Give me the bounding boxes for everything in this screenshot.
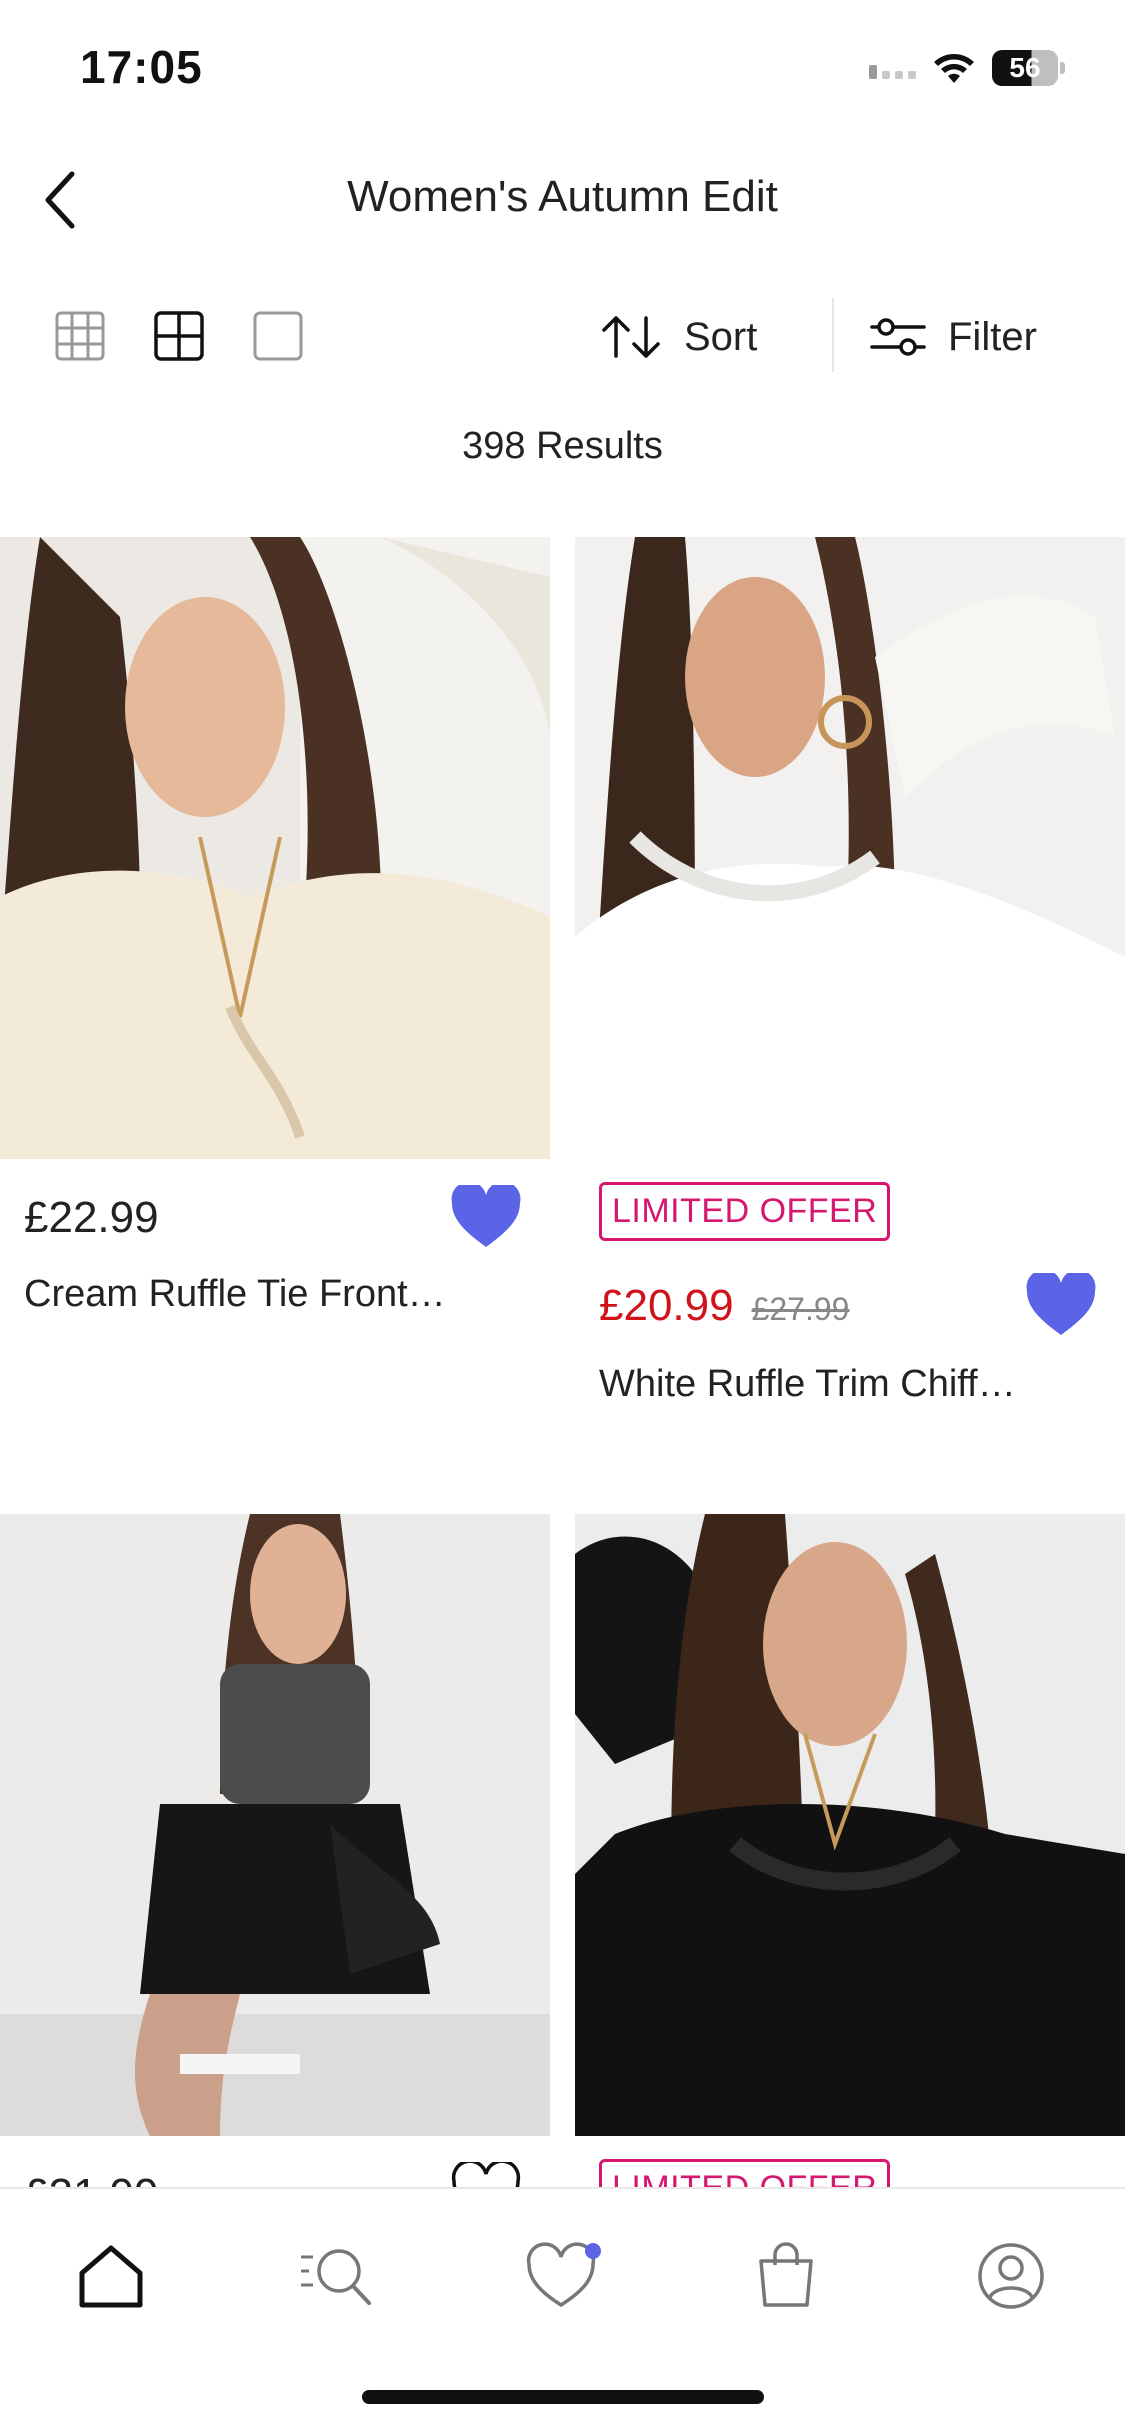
product-name: Cream Ruffle Tie Front… bbox=[24, 1273, 446, 1315]
product-image[interactable] bbox=[0, 537, 550, 1159]
bag-icon bbox=[759, 2242, 813, 2307]
home-icon bbox=[79, 2245, 143, 2308]
sale-price: £20.99 bbox=[599, 1281, 734, 1330]
filter-label: Filter bbox=[948, 314, 1037, 359]
filter-button[interactable]: Filter bbox=[870, 302, 1037, 372]
was-price: £27.99 bbox=[751, 1291, 850, 1327]
product-price: £22.99 bbox=[24, 1193, 159, 1242]
product-card[interactable]: £22.99 Cream Ruffle Tie Front… bbox=[0, 537, 550, 1315]
wishlist-button[interactable] bbox=[450, 1181, 522, 1249]
filter-sliders-icon bbox=[870, 318, 926, 356]
product-card[interactable]: LIMITED OFFER bbox=[575, 1514, 1125, 2218]
sort-icon bbox=[602, 316, 660, 358]
nav-account[interactable] bbox=[966, 2231, 1056, 2321]
sort-button[interactable]: Sort bbox=[600, 302, 757, 372]
view-grid-3-button[interactable] bbox=[54, 310, 106, 362]
limited-offer-badge: LIMITED OFFER bbox=[599, 1182, 891, 1241]
grid-2-icon bbox=[154, 311, 204, 361]
sort-label: Sort bbox=[684, 314, 758, 359]
nav-home[interactable] bbox=[66, 2231, 156, 2321]
nav-wishlist[interactable] bbox=[518, 2231, 608, 2321]
nav-bag[interactable] bbox=[741, 2231, 831, 2321]
product-name: White Ruffle Trim Chiff… bbox=[599, 1363, 1016, 1405]
account-icon bbox=[978, 2243, 1044, 2309]
wifi-icon bbox=[934, 54, 974, 83]
heart-filled-icon bbox=[451, 1181, 521, 1247]
battery-level: 56 bbox=[992, 50, 1058, 86]
status-icons: 56 bbox=[869, 50, 1065, 86]
results-count: 398 Results bbox=[462, 425, 663, 467]
grid-1-icon bbox=[253, 311, 303, 361]
grid-3-icon bbox=[55, 311, 105, 361]
product-image[interactable] bbox=[0, 1514, 550, 2136]
battery-icon: 56 bbox=[992, 50, 1065, 86]
status-time: 17:05 bbox=[80, 41, 203, 93]
view-grid-1-button[interactable] bbox=[252, 310, 304, 362]
signal-icon bbox=[869, 57, 916, 79]
product-image[interactable] bbox=[575, 1514, 1125, 2136]
status-bar: 17:05 56 bbox=[0, 0, 1125, 140]
product-card[interactable]: £21.99 bbox=[0, 1514, 550, 2225]
wishlist-button[interactable] bbox=[1025, 1269, 1097, 1337]
toolbar: Sort Filter bbox=[0, 290, 1125, 382]
heart-filled-icon bbox=[1026, 1269, 1096, 1335]
view-grid-2-button[interactable] bbox=[153, 310, 205, 362]
wishlist-icon bbox=[526, 2242, 601, 2308]
page-title: Women's Autumn Edit bbox=[347, 172, 778, 221]
home-indicator[interactable] bbox=[362, 2390, 764, 2404]
product-card[interactable]: LIMITED OFFER £20.99 £27.99 White Ruffle… bbox=[575, 537, 1125, 1405]
product-image[interactable] bbox=[575, 537, 1125, 1159]
toolbar-divider bbox=[832, 298, 834, 372]
nav-search[interactable] bbox=[292, 2231, 382, 2321]
search-icon bbox=[301, 2249, 371, 2305]
header: Women's Autumn Edit bbox=[0, 150, 1125, 250]
